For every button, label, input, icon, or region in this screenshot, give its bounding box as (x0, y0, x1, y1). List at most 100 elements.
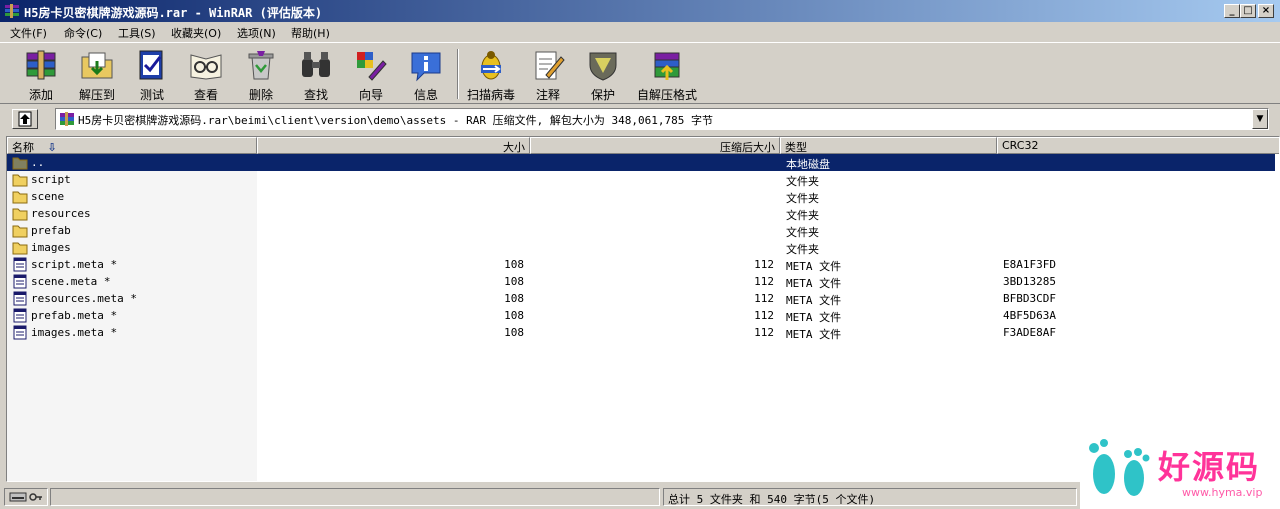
extract-to-button[interactable]: 解压到 (70, 47, 124, 103)
file-type: META 文件 (786, 260, 842, 273)
menu-file[interactable]: 文件(F) (10, 25, 47, 41)
protect-label: 保护 (590, 88, 615, 102)
toolbar-separator (457, 49, 459, 99)
file-type: 文件夹 (786, 226, 819, 239)
file-size: 108 (504, 292, 524, 305)
protect-button[interactable]: 保护 (576, 47, 630, 103)
folder-icon (12, 242, 28, 255)
comment-button[interactable]: 注释 (521, 47, 575, 103)
wizard-label: 向导 (358, 88, 383, 102)
file-row[interactable]: resources.meta * 108 112 META 文件 BFBD3CDF (7, 290, 1275, 307)
add-button[interactable]: 添加 (14, 47, 68, 103)
sfx-button[interactable]: 自解压格式 (634, 47, 700, 103)
file-row[interactable]: prefab 文件夹 (7, 222, 1275, 239)
extract-to-label: 解压到 (78, 88, 115, 102)
file-row[interactable]: scene 文件夹 (7, 188, 1275, 205)
find-button[interactable]: 查找 (289, 47, 343, 103)
column-size[interactable]: 大小 (257, 137, 530, 154)
address-bar: H5房卡贝密棋牌游戏源码.rar\beimi\client\version\de… (0, 106, 1280, 132)
file-row[interactable]: .. 本地磁盘 (7, 154, 1275, 171)
file-type: META 文件 (786, 311, 842, 324)
meta-file-icon (13, 257, 27, 272)
up-folder-button[interactable] (12, 109, 38, 129)
test-button[interactable]: 测试 (125, 47, 179, 103)
file-type: 文件夹 (786, 243, 819, 256)
file-name: prefab (31, 224, 71, 237)
watermark-url: www.hyma.vip (1182, 486, 1263, 499)
path-combobox[interactable]: H5房卡贝密棋牌游戏源码.rar\beimi\client\version\de… (55, 108, 1269, 130)
wizard-button[interactable]: 向导 (344, 47, 398, 103)
protect-shield-icon (589, 52, 617, 81)
file-name: script.meta * (31, 258, 118, 271)
file-name: scene (31, 190, 65, 203)
file-crc: F3ADE8AF (1003, 326, 1056, 339)
meta-file-icon (13, 291, 27, 306)
file-row[interactable]: images.meta * 108 112 META 文件 F3ADE8AF (7, 324, 1275, 341)
footprint-logo-icon (1089, 439, 1150, 496)
add-books-icon (26, 50, 56, 80)
column-crc[interactable]: CRC32 (997, 137, 1279, 154)
file-type: 文件夹 (786, 209, 819, 222)
menu-options[interactable]: 选项(N) (237, 25, 276, 41)
file-crc: BFBD3CDF (1003, 292, 1056, 305)
virus-scan-label: 扫描病毒 (466, 88, 515, 102)
info-icon (411, 52, 441, 82)
file-row[interactable]: scene.meta * 108 112 META 文件 3BD13285 (7, 273, 1275, 290)
file-crc: 3BD13285 (1003, 275, 1056, 288)
path-text: H5房卡贝密棋牌游戏源码.rar\beimi\client\version\de… (78, 114, 713, 127)
test-label: 测试 (139, 88, 164, 102)
drive-status[interactable] (4, 488, 48, 506)
file-size: 108 (504, 258, 524, 271)
menu-favorites[interactable]: 收藏夹(O) (171, 25, 221, 41)
delete-recycle-icon (248, 51, 274, 80)
menu-tools[interactable]: 工具(S) (118, 25, 156, 41)
file-type: META 文件 (786, 294, 842, 307)
file-size: 108 (504, 326, 524, 339)
delete-button[interactable]: 删除 (234, 47, 288, 103)
wizard-wand-icon (357, 52, 387, 81)
column-type[interactable]: 类型 (780, 137, 997, 154)
file-row[interactable]: prefab.meta * 108 112 META 文件 4BF5D63A (7, 307, 1275, 324)
close-button[interactable]: × (1258, 4, 1274, 18)
watermark: 好源码 www.hyma.vip (1080, 428, 1280, 509)
file-packed-size: 112 (754, 275, 774, 288)
view-button[interactable]: 查看 (179, 47, 233, 103)
path-dropdown-button[interactable]: ▼ (1252, 109, 1268, 129)
file-type: META 文件 (786, 328, 842, 341)
up-arrow-icon (18, 111, 32, 127)
view-label: 查看 (193, 88, 218, 102)
window-title: H5房卡贝密棋牌游戏源码.rar - WinRAR (评估版本) (24, 6, 323, 20)
file-packed-size: 112 (754, 309, 774, 322)
delete-label: 删除 (248, 88, 273, 102)
add-label: 添加 (28, 88, 53, 102)
virus-scan-button[interactable]: 扫描病毒 (464, 47, 518, 103)
meta-file-icon (13, 274, 27, 289)
file-name: scene.meta * (31, 275, 111, 288)
file-size: 108 (504, 309, 524, 322)
file-type: 文件夹 (786, 192, 819, 205)
file-row[interactable]: script 文件夹 (7, 171, 1275, 188)
winrar-app-icon[interactable] (4, 3, 20, 19)
file-row[interactable]: images 文件夹 (7, 239, 1275, 256)
comment-label: 注释 (535, 88, 560, 102)
title-bar[interactable]: H5房卡贝密棋牌游戏源码.rar - WinRAR (评估版本) _ □ × (0, 0, 1280, 22)
file-row[interactable]: script.meta * 108 112 META 文件 E8A1F3FD (7, 256, 1275, 273)
menu-commands[interactable]: 命令(C) (64, 25, 102, 41)
minimize-button[interactable]: _ (1224, 4, 1240, 18)
info-button[interactable]: 信息 (399, 47, 453, 103)
column-name[interactable]: 名称 ⇩ (7, 137, 257, 154)
column-name-label: 名称 (12, 141, 34, 154)
view-glasses-icon (190, 54, 222, 80)
file-name: images (31, 241, 71, 254)
file-name: script (31, 173, 71, 186)
file-name: resources (31, 207, 91, 220)
file-packed-size: 112 (754, 258, 774, 271)
info-label: 信息 (413, 88, 438, 102)
file-crc: E8A1F3FD (1003, 258, 1056, 271)
file-row[interactable]: resources 文件夹 (7, 205, 1275, 222)
sfx-box-icon (654, 52, 680, 80)
file-type: 文件夹 (786, 175, 819, 188)
column-packed[interactable]: 压缩后大小 (530, 137, 780, 154)
menu-help[interactable]: 帮助(H) (291, 25, 330, 41)
maximize-button[interactable]: □ (1240, 4, 1256, 18)
